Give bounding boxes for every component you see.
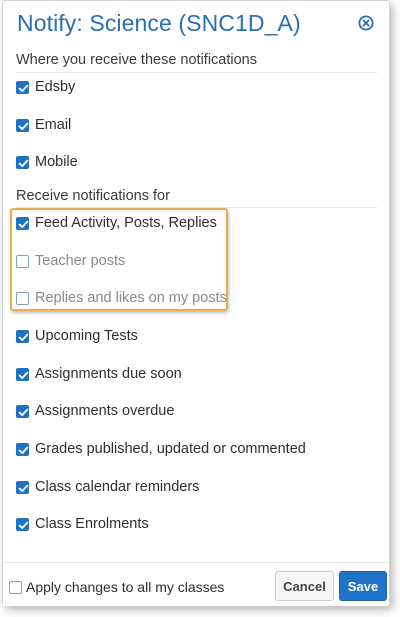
option-email[interactable]: Email bbox=[16, 115, 71, 135]
option-teacher-posts[interactable]: Teacher posts bbox=[16, 251, 125, 271]
option-label: Upcoming Tests bbox=[35, 328, 138, 344]
divider bbox=[16, 72, 377, 73]
checkbox-checked[interactable] bbox=[16, 404, 29, 418]
close-icon[interactable] bbox=[358, 15, 374, 31]
checkbox-checked[interactable] bbox=[16, 155, 29, 169]
checkbox-unchecked[interactable] bbox=[16, 254, 29, 268]
checkbox-checked[interactable] bbox=[16, 118, 29, 132]
option-label: Class calendar reminders bbox=[35, 479, 200, 495]
option-label: Class Enrolments bbox=[35, 516, 149, 532]
cancel-button[interactable]: Cancel bbox=[275, 571, 334, 601]
option-calendar-reminders[interactable]: Class calendar reminders bbox=[16, 477, 199, 497]
apply-all-label: Apply changes to all my classes bbox=[26, 579, 225, 595]
option-upcoming-tests[interactable]: Upcoming Tests bbox=[16, 326, 138, 346]
checkbox-checked[interactable] bbox=[16, 367, 29, 381]
option-label: Assignments overdue bbox=[35, 403, 175, 419]
option-label: Teacher posts bbox=[35, 253, 126, 269]
checkbox-checked[interactable] bbox=[16, 80, 29, 94]
option-label: Email bbox=[35, 117, 72, 133]
checkbox-checked[interactable] bbox=[16, 517, 29, 531]
option-label: Mobile bbox=[35, 154, 78, 170]
checkbox-unchecked[interactable] bbox=[9, 580, 22, 594]
checkbox-unchecked[interactable] bbox=[16, 291, 29, 305]
option-mobile[interactable]: Mobile bbox=[16, 152, 78, 172]
notify-dialog: Notify: Science (SNC1D_A) Where you rece… bbox=[2, 0, 390, 606]
option-class-enrolments[interactable]: Class Enrolments bbox=[16, 514, 149, 534]
option-label: Edsby bbox=[35, 79, 76, 95]
apply-all-option[interactable]: Apply changes to all my classes bbox=[9, 578, 224, 596]
checkbox-checked[interactable] bbox=[16, 480, 29, 494]
receive-section-label: Where you receive these notifications bbox=[16, 52, 257, 68]
option-label: Assignments due soon bbox=[35, 366, 182, 382]
save-button[interactable]: Save bbox=[339, 571, 387, 601]
dialog-title: Notify: Science (SNC1D_A) bbox=[17, 10, 301, 36]
option-label: Feed Activity, Posts, Replies bbox=[35, 215, 217, 231]
checkbox-checked[interactable] bbox=[16, 216, 29, 230]
option-label: Grades published, updated or commented bbox=[35, 441, 306, 457]
option-edsby[interactable]: Edsby bbox=[16, 77, 75, 97]
notify-section-label: Receive notifications for bbox=[16, 188, 170, 204]
option-feed-activity[interactable]: Feed Activity, Posts, Replies bbox=[16, 213, 217, 233]
checkbox-checked[interactable] bbox=[16, 329, 29, 343]
option-grades[interactable]: Grades published, updated or commented bbox=[16, 439, 306, 459]
option-assignments-overdue[interactable]: Assignments overdue bbox=[16, 401, 174, 421]
option-assignments-due[interactable]: Assignments due soon bbox=[16, 364, 182, 384]
option-label: Replies and likes on my posts bbox=[35, 290, 227, 306]
option-replies-likes[interactable]: Replies and likes on my posts bbox=[16, 288, 227, 308]
checkbox-checked[interactable] bbox=[16, 442, 29, 456]
